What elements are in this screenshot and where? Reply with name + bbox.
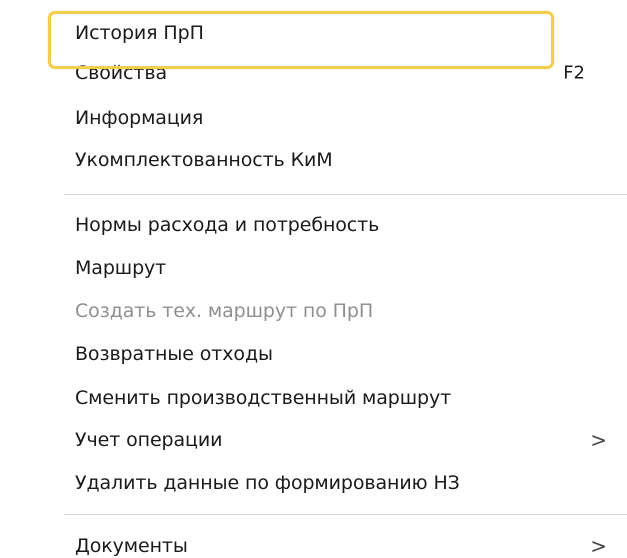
menu-item-properties[interactable]: Свойства F2 xyxy=(0,52,627,94)
menu-item-return-waste[interactable]: Возвратные отходы xyxy=(0,333,627,375)
menu-item-label: Информация xyxy=(75,107,204,129)
chevron-right-icon: > xyxy=(590,428,607,452)
menu-separator xyxy=(64,514,627,515)
menu-item-information[interactable]: Информация xyxy=(0,97,627,139)
menu-item-label: Свойства xyxy=(75,62,167,84)
menu-item-completeness-kim[interactable]: Укомплектованность КиМ xyxy=(0,139,627,181)
menu-item-create-tech-route: Создать тех. маршрут по ПрП xyxy=(0,290,627,332)
menu-item-prp-history[interactable]: История ПрП xyxy=(0,12,627,54)
menu-item-label: Создать тех. маршрут по ПрП xyxy=(75,300,374,322)
menu-item-documents[interactable]: Документы > xyxy=(0,525,627,558)
menu-item-route[interactable]: Маршрут xyxy=(0,247,627,289)
chevron-right-icon: > xyxy=(590,534,607,558)
menu-item-label: История ПрП xyxy=(75,22,204,44)
menu-item-change-production-route[interactable]: Сменить производственный маршрут xyxy=(0,377,627,419)
menu-item-label: Удалить данные по формированию НЗ xyxy=(75,472,460,494)
menu-item-label: Маршрут xyxy=(75,257,167,279)
shortcut-hint: F2 xyxy=(563,62,585,84)
menu-item-label: Нормы расхода и потребность xyxy=(75,214,380,236)
menu-item-delete-nz-data[interactable]: Удалить данные по формированию НЗ xyxy=(0,462,627,504)
context-menu: История ПрП Свойства F2 Информация Укомп… xyxy=(0,0,627,558)
menu-item-label: Укомплектованность КиМ xyxy=(75,149,333,171)
menu-separator xyxy=(64,194,627,195)
menu-item-consumption-norms[interactable]: Нормы расхода и потребность xyxy=(0,204,627,246)
menu-item-label: Сменить производственный маршрут xyxy=(75,387,452,409)
menu-item-operation-accounting[interactable]: Учет операции > xyxy=(0,419,627,461)
menu-item-label: Учет операции xyxy=(75,429,223,451)
menu-item-label: Документы xyxy=(75,535,188,557)
menu-item-label: Возвратные отходы xyxy=(75,343,273,365)
